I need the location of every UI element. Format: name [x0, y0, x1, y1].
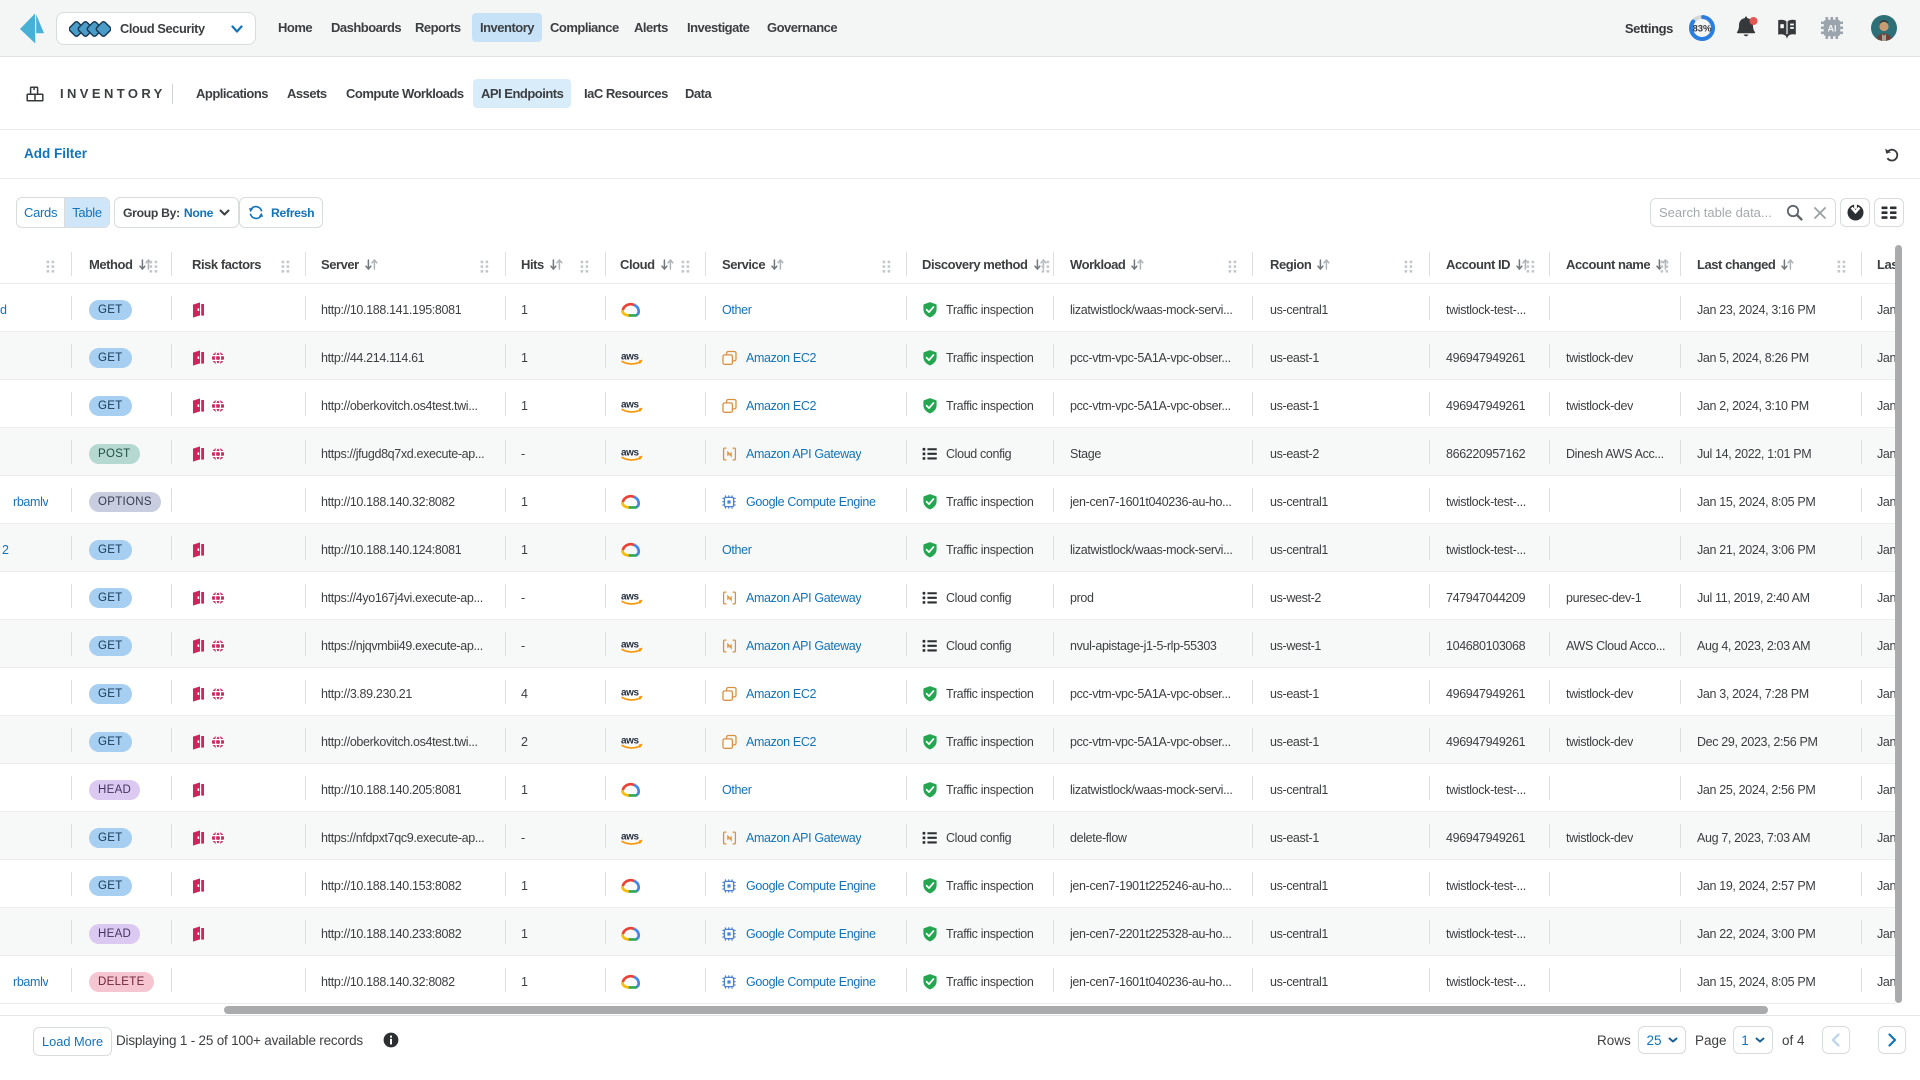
- svg-text:AI: AI: [1828, 24, 1837, 34]
- svg-text:aws: aws: [621, 831, 640, 842]
- svg-text:aws: aws: [621, 447, 640, 458]
- svg-text:aws: aws: [621, 591, 640, 602]
- svg-text:aws: aws: [621, 399, 640, 410]
- svg-text:aws: aws: [621, 639, 640, 650]
- svg-text:83%: 83%: [1692, 24, 1712, 35]
- svg-text:aws: aws: [621, 735, 640, 746]
- svg-text:aws: aws: [621, 351, 640, 362]
- svg-text:aws: aws: [621, 687, 640, 698]
